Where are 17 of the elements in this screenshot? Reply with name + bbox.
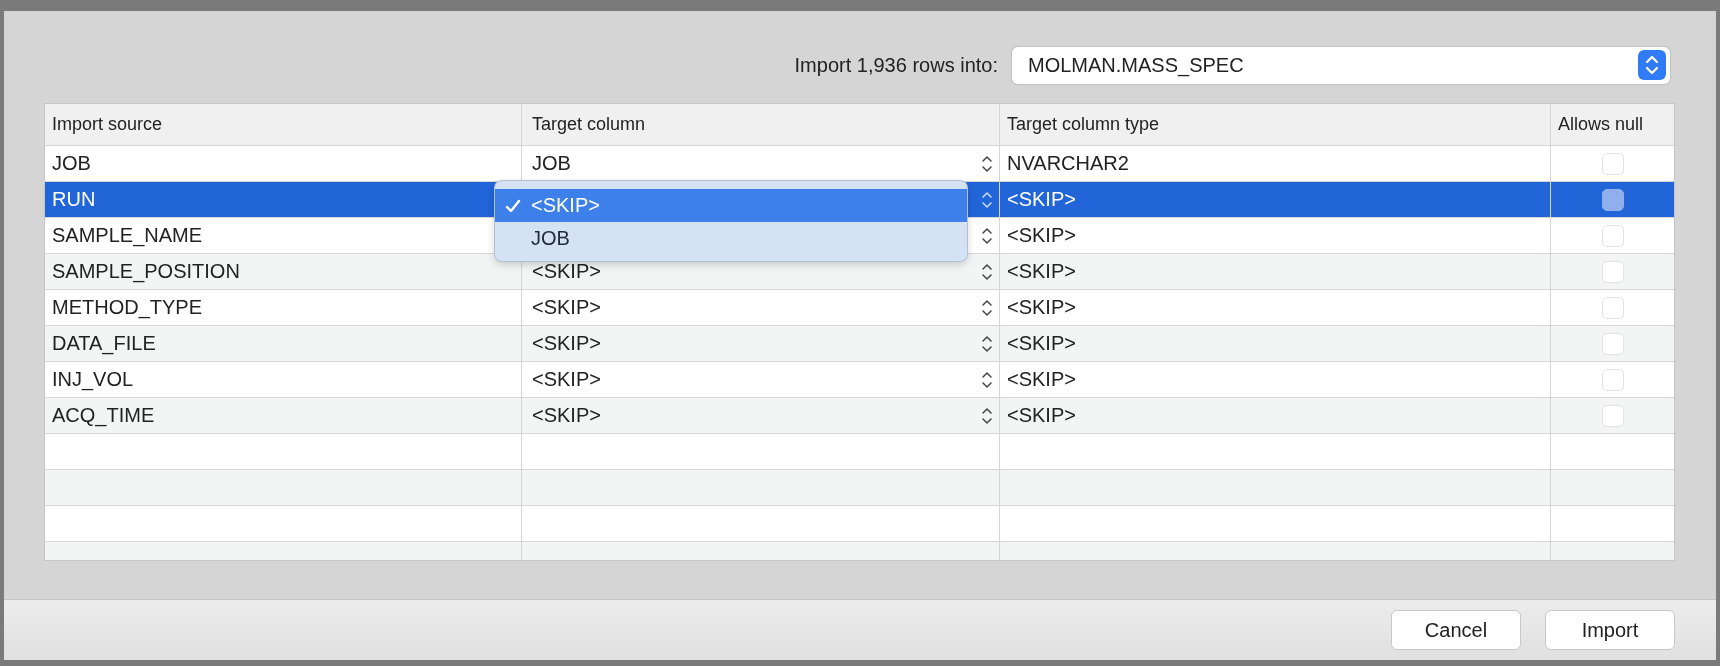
table-cell: <SKIP> bbox=[1007, 368, 1076, 391]
table-cell: <SKIP> bbox=[1007, 188, 1076, 211]
table-cell: SAMPLE_NAME bbox=[52, 224, 203, 247]
table-cell: METHOD_TYPE bbox=[52, 296, 203, 319]
table-cell: <SKIP> bbox=[1007, 332, 1076, 355]
table-cell: ACQ_TIME bbox=[52, 404, 155, 427]
table-cell: RUN bbox=[52, 188, 96, 211]
table-cell: <SKIP> bbox=[1007, 404, 1076, 427]
import-target-label: Import 1,936 rows into: bbox=[794, 53, 998, 77]
table-cell: NVARCHAR2 bbox=[1007, 152, 1129, 175]
table-cell: <SKIP> bbox=[1007, 296, 1076, 319]
table-cell: SAMPLE_POSITION bbox=[52, 260, 240, 283]
table-cell: JOB bbox=[52, 152, 91, 175]
table-cell: <SKIP> bbox=[1007, 260, 1076, 283]
table-cell: DATA_FILE bbox=[52, 332, 156, 355]
table-cell: <SKIP> bbox=[1007, 224, 1076, 247]
table-cell: INJ_VOL bbox=[52, 368, 134, 391]
